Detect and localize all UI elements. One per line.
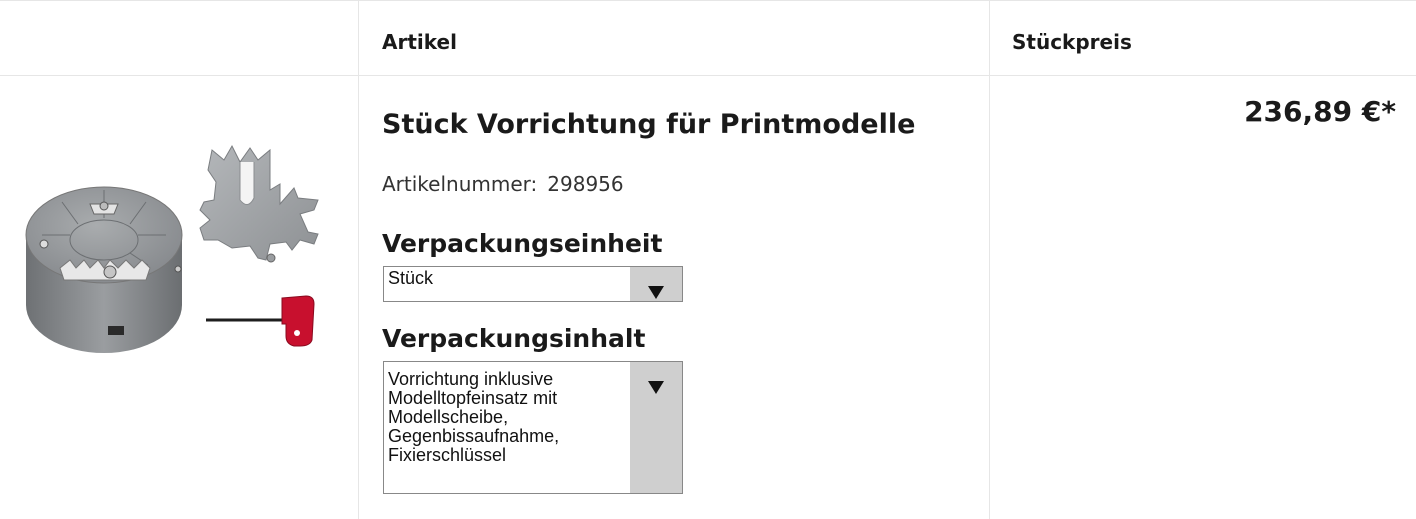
gegenbiss-plate [199,144,319,261]
chevron-down-icon [648,381,664,394]
packaging-content-value: Vorrichtung inklusive Modelltopfeinsatz … [388,370,559,465]
article-number: Artikelnummer: 298956 [382,172,624,196]
column-divider [989,0,990,519]
column-divider [358,0,359,519]
packaging-content-line: Modelltopfeinsatz mit [388,388,558,408]
unit-price: 236,89 €* [1244,95,1396,128]
packaging-unit-label: Verpackungseinheit [382,229,663,258]
packaging-content-line: Modellscheibe, [388,407,509,427]
packaging-unit-value: Stück [388,268,434,288]
row-divider [0,0,1416,1]
product-title[interactable]: Stück Vorrichtung für Printmodelle [382,109,915,140]
header-article: Artikel [382,30,457,54]
cart-table: Artikel Stückpreis Stück Vorrichtung für… [0,0,1416,519]
packaging-content-line: Vorrichtung inklusive [388,369,554,389]
article-number-label: Artikelnummer: [382,172,538,196]
row-divider [0,75,1416,76]
header-unit-price: Stückpreis [1012,30,1132,54]
key-handle [281,295,315,347]
packaging-content-line: Fixierschlüssel [388,445,507,465]
packaging-unit-select[interactable]: Stück [383,266,683,302]
packaging-content-select[interactable]: Vorrichtung inklusive Modelltopfeinsatz … [383,361,683,494]
chevron-down-icon [648,286,664,299]
packaging-unit-dropdown-button[interactable] [630,267,682,301]
packaging-content-dropdown-button[interactable] [630,362,682,493]
packaging-content-label: Verpackungsinhalt [382,324,646,353]
product-image[interactable] [18,140,338,370]
article-number-value: 298956 [547,172,624,196]
packaging-content-line: Gegenbissaufnahme, [388,426,560,446]
